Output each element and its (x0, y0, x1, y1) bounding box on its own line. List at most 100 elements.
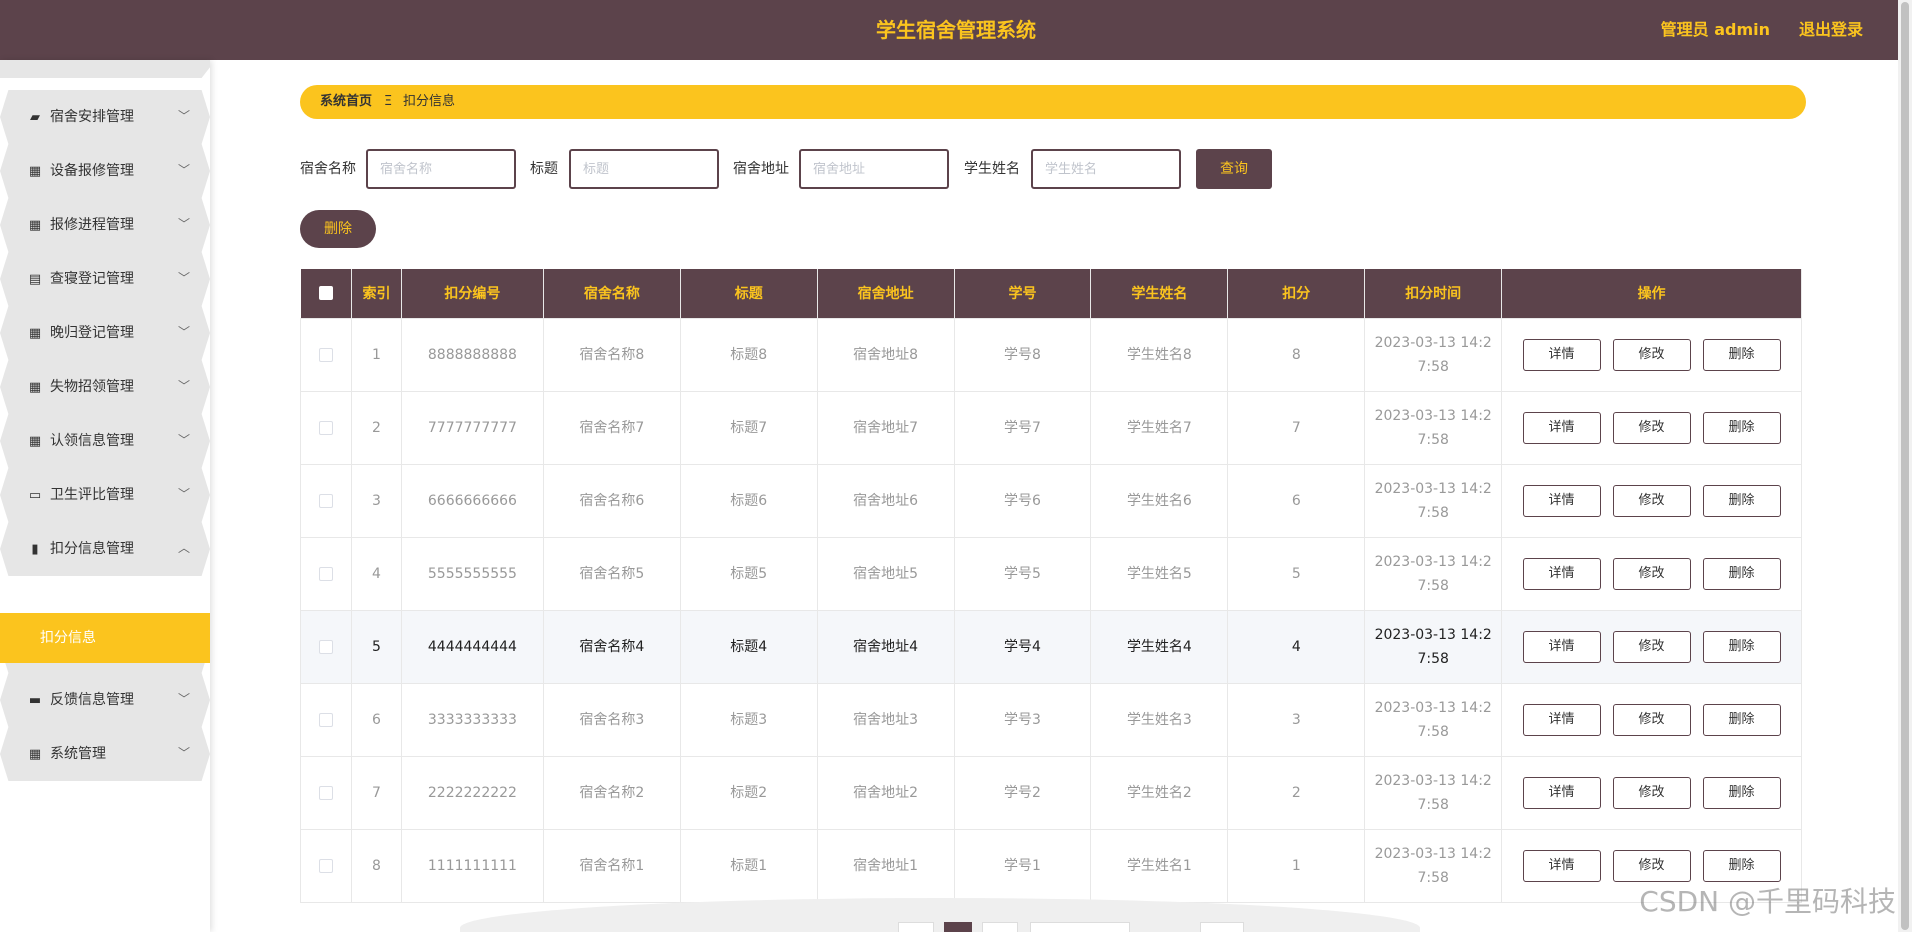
pager-prev[interactable] (898, 922, 934, 932)
sidebar-item[interactable]: ▰ 宿舍安排管理 ﹀ (0, 90, 210, 144)
sidebar-item[interactable]: ▮ 扣分信息管理 ︿ (0, 522, 210, 576)
sidebar-item[interactable]: ▦ 认领信息管理 ﹀ (0, 414, 210, 468)
query-button[interactable]: 查询 (1196, 149, 1272, 189)
row-checkbox[interactable] (318, 420, 333, 435)
cell-address: 宿舍地址5 (816, 536, 955, 611)
column-header: 扣分 (1227, 269, 1366, 318)
cell-time: 2023-03-13 14:2 7:58 (1364, 390, 1503, 465)
row-checkbox[interactable] (318, 639, 333, 654)
detail-button[interactable]: 详情 (1522, 411, 1601, 444)
detail-button[interactable]: 详情 (1522, 776, 1601, 809)
row-checkbox[interactable] (318, 858, 333, 873)
cell-name: 学生姓名1 (1090, 828, 1229, 903)
sidebar-item[interactable]: ▦ 晚归登记管理 ﹀ (0, 306, 210, 360)
dorm-name-input[interactable] (366, 149, 516, 189)
pager-current-page[interactable] (944, 922, 972, 932)
cell-code: 3333333333 (400, 682, 544, 757)
select-all-checkbox[interactable] (318, 286, 333, 301)
edit-button[interactable]: 修改 (1612, 849, 1691, 882)
cell-actions: 详情 修改 删除 (1501, 682, 1802, 757)
pager-size-select[interactable] (1030, 922, 1130, 932)
student-name-input[interactable] (1031, 149, 1181, 189)
cell-name: 学生姓名2 (1090, 755, 1229, 830)
select-all-header[interactable] (300, 269, 352, 318)
batch-delete-button[interactable]: 删除 (300, 210, 376, 248)
row-checkbox[interactable] (318, 566, 333, 581)
sidebar-item[interactable]: ▦ 设备报修管理 ﹀ (0, 144, 210, 198)
scrollbar-thumb[interactable] (1901, 2, 1909, 930)
student-name-label: 学生姓名 (964, 161, 1020, 177)
delete-button[interactable]: 删除 (1702, 484, 1781, 517)
sidebar-item-label: 认领信息管理 (50, 433, 134, 449)
cell-title: 标题8 (679, 317, 818, 392)
delete-button[interactable]: 删除 (1702, 557, 1781, 590)
detail-button[interactable]: 详情 (1522, 557, 1601, 590)
sidebar-item-label: 设备报修管理 (50, 163, 134, 179)
delete-button[interactable]: 删除 (1702, 849, 1781, 882)
sidebar-item[interactable]: ▦ 失物招领管理 ﹀ (0, 360, 210, 414)
edit-button[interactable]: 修改 (1612, 630, 1691, 663)
row-checkbox[interactable] (318, 347, 333, 362)
edit-button[interactable]: 修改 (1612, 338, 1691, 371)
pager-jump-input[interactable] (1200, 922, 1244, 932)
sidebar-item[interactable]: ▤ 查寝登记管理 ﹀ (0, 252, 210, 306)
chevron-down-icon: ﹀ (177, 692, 190, 706)
detail-button[interactable]: 详情 (1522, 849, 1601, 882)
cell-actions: 详情 修改 删除 (1501, 390, 1802, 465)
sidebar-subitem-active[interactable]: 扣分信息 (0, 613, 210, 663)
sidebar-item-label: 失物招领管理 (50, 379, 134, 395)
row-checkbox[interactable] (318, 712, 333, 727)
cell-dorm: 宿舍名称4 (542, 609, 681, 684)
top-header: 学生宿舍管理系统 管理员 admin 退出登录 (0, 0, 1912, 60)
cell-sid: 学号1 (953, 828, 1092, 903)
column-header: 扣分时间 (1364, 269, 1503, 318)
cell-code: 5555555555 (400, 536, 544, 611)
dorm-address-label: 宿舍地址 (733, 161, 789, 177)
edit-button[interactable]: 修改 (1612, 411, 1691, 444)
table-row: 8 1111111111 宿舍名称1 标题1 宿舍地址1 学号1 学生姓名1 1 2023-03… (300, 828, 1802, 903)
title-input[interactable] (569, 149, 719, 189)
delete-button[interactable]: 删除 (1702, 776, 1781, 809)
cell-title: 标题3 (679, 682, 818, 757)
edit-button[interactable]: 修改 (1612, 776, 1691, 809)
cell-name: 学生姓名5 (1090, 536, 1229, 611)
edit-button[interactable]: 修改 (1612, 484, 1691, 517)
row-select-cell (300, 609, 352, 684)
breadcrumb-home[interactable]: 系统首页 (320, 85, 372, 119)
cell-time-line2: 7:58 (1417, 577, 1449, 594)
sidebar-item-label: 报修进程管理 (50, 217, 134, 233)
row-checkbox[interactable] (318, 493, 333, 508)
delete-button[interactable]: 删除 (1702, 630, 1781, 663)
row-select-cell (300, 463, 352, 538)
column-header: 标题 (680, 269, 818, 318)
detail-button[interactable]: 详情 (1522, 630, 1601, 663)
cell-time-line2: 7:58 (1417, 650, 1449, 667)
delete-button[interactable]: 删除 (1702, 703, 1781, 736)
cell-address: 宿舍地址7 (816, 390, 955, 465)
dorm-address-input[interactable] (799, 149, 949, 189)
logout-link[interactable]: 退出登录 (1799, 0, 1863, 60)
edit-button[interactable]: 修改 (1612, 557, 1691, 590)
row-checkbox[interactable] (318, 785, 333, 800)
detail-button[interactable]: 详情 (1522, 338, 1601, 371)
pager-next[interactable] (982, 922, 1018, 932)
delete-button[interactable]: 删除 (1702, 338, 1781, 371)
sidebar-item[interactable]: ▬ 反馈信息管理 ﹀ (0, 673, 210, 727)
chevron-down-icon: ﹀ (177, 433, 190, 447)
sidebar-item[interactable]: ▭ 卫生评比管理 ﹀ (0, 468, 210, 522)
cell-address: 宿舍地址1 (816, 828, 955, 903)
cell-dorm: 宿舍名称1 (542, 828, 681, 903)
cell-time-line1: 2023-03-13 14:2 (1374, 626, 1492, 643)
page-scrollbar[interactable] (1898, 0, 1912, 932)
delete-button[interactable]: 删除 (1702, 411, 1781, 444)
cell-sid: 学号5 (953, 536, 1092, 611)
sidebar-item[interactable]: ▦ 报修进程管理 ﹀ (0, 198, 210, 252)
cell-code: 4444444444 (400, 609, 544, 684)
detail-button[interactable]: 详情 (1522, 703, 1601, 736)
cell-score: 7 (1227, 390, 1366, 465)
edit-button[interactable]: 修改 (1612, 703, 1691, 736)
detail-button[interactable]: 详情 (1522, 484, 1601, 517)
cell-index: 2 (350, 390, 402, 465)
chevron-down-icon: ﹀ (177, 109, 190, 123)
sidebar-item[interactable]: ▦ 系统管理 ﹀ (0, 727, 210, 781)
